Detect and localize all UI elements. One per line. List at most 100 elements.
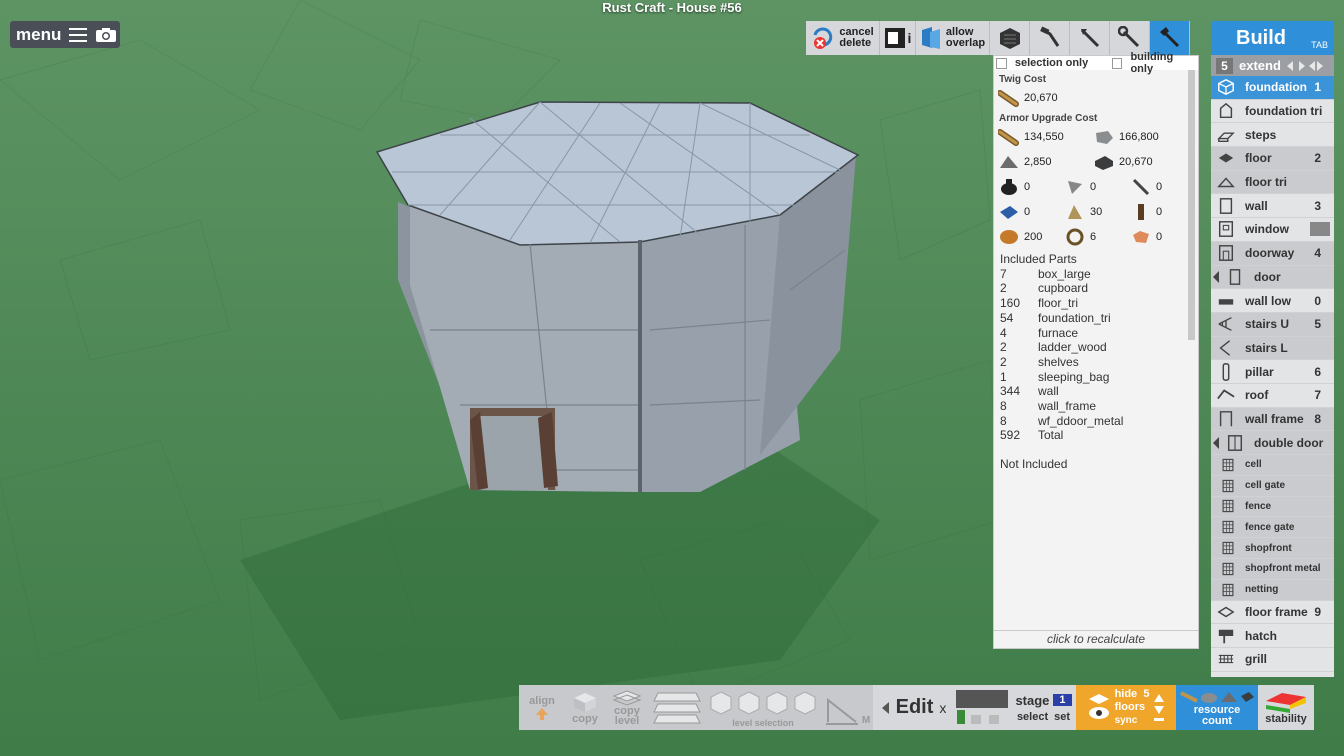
armor-wood: 134,550 [998, 128, 1093, 146]
build-item-label: foundation tri [1245, 104, 1323, 119]
build-item-foundation-tri[interactable]: foundation tri [1211, 100, 1334, 124]
stability-button[interactable]: stability [1258, 685, 1314, 730]
camera-icon[interactable] [95, 27, 117, 43]
cost-panel-scrollbar[interactable] [1188, 70, 1195, 340]
build-item-floor[interactable]: floor 2 [1211, 147, 1334, 171]
copy-button[interactable]: copy [565, 685, 605, 730]
part-row: 8 wf_ddoor_metal [1000, 414, 1198, 429]
extend-row[interactable]: 5 extend [1211, 55, 1334, 76]
floor-icon [1218, 153, 1234, 163]
window-variant-dropdown[interactable] [1310, 222, 1330, 237]
sync-label[interactable]: sync [1115, 714, 1150, 727]
block-tool-button[interactable] [990, 21, 1030, 55]
recalculate-button[interactable]: click to recalculate [994, 630, 1198, 648]
build-item-hatch[interactable]: hatch [1211, 624, 1334, 648]
build-item-stairs-l[interactable]: stairs L [1211, 336, 1334, 361]
shopfront-metal-icon [1222, 562, 1234, 576]
build-item-grill[interactable]: grill [1211, 648, 1334, 672]
build-item-wall-frame[interactable]: wall frame 8 [1211, 407, 1334, 432]
build-item-floor-frame[interactable]: floor frame 9 [1211, 601, 1334, 625]
axe-icon [1080, 28, 1099, 48]
hide-floors-button[interactable]: hide 5 floors sync [1076, 685, 1176, 730]
eye-icon [1088, 693, 1109, 719]
view-toggle-button[interactable]: i [880, 21, 916, 55]
build-item-fence-gate[interactable]: fence gate [1211, 517, 1334, 539]
wrench-tool-button[interactable] [1110, 21, 1150, 55]
build-item-pillar[interactable]: pillar 6 [1211, 360, 1334, 384]
part-row: 1 sleeping_bag [1000, 370, 1198, 385]
part-name: foundation_tri [1038, 310, 1111, 325]
edit-close-icon[interactable]: x [939, 700, 946, 716]
part-row: 2 ladder_wood [1000, 340, 1198, 355]
stage-control[interactable]: stage 1 select set [1011, 685, 1076, 730]
cancel-delete-button[interactable]: cancel delete [806, 21, 880, 55]
chevron-left-icon[interactable] [1213, 270, 1219, 283]
build-item-foundation[interactable]: foundation 1 [1211, 76, 1334, 100]
resource-value: 200 [1024, 230, 1043, 243]
build-item-shopfront[interactable]: shopfront [1211, 538, 1334, 559]
part-name: floor_tri [1038, 296, 1079, 311]
align-button[interactable]: align [519, 685, 565, 730]
level-cubes-icon [710, 691, 816, 715]
measure-button[interactable]: M [821, 685, 873, 730]
stage-preview[interactable] [953, 685, 1011, 730]
hide-icon [1133, 230, 1149, 243]
build-item-stairs-u[interactable]: stairs U 5 [1211, 312, 1334, 337]
edit-button[interactable]: Edit x [873, 685, 953, 730]
build-item-window[interactable]: window [1211, 218, 1334, 242]
build-item-shopfront-metal[interactable]: shopfront metal [1211, 558, 1334, 580]
build-item-netting[interactable]: netting [1211, 579, 1334, 601]
resource-value: 0 [1156, 230, 1163, 243]
build-header[interactable]: Build TAB [1211, 21, 1334, 55]
part-count: 8 [1000, 413, 1007, 428]
part-count: 8 [1000, 399, 1007, 414]
chevron-left-icon[interactable] [1213, 436, 1219, 449]
build-item-wall-low[interactable]: wall low 0 [1211, 289, 1334, 313]
filter-row: selection only building only [994, 51, 1198, 75]
hatchet-tool-button[interactable] [1150, 21, 1190, 55]
floor-up-down-icon[interactable] [1153, 693, 1165, 723]
floors-label: floors [1114, 701, 1146, 713]
stage-number[interactable]: 1 [1053, 694, 1072, 706]
level-stack-button[interactable] [649, 685, 705, 730]
build-item-cell-gate[interactable]: cell gate [1211, 475, 1334, 497]
m-key: M [861, 715, 871, 726]
part-row: 344 wall [1000, 384, 1198, 399]
info-glyph: i [907, 30, 912, 46]
build-item-floor-tri[interactable]: floor tri [1211, 170, 1334, 195]
part-name: shelves [1038, 354, 1079, 369]
overlap-icon [921, 27, 940, 49]
copy-level-button[interactable]: copy level [605, 685, 649, 730]
foundation-icon [1218, 79, 1234, 96]
build-item-double-door[interactable]: double door [1211, 431, 1334, 455]
doorway-icon [1218, 245, 1234, 262]
select-button[interactable]: select [1017, 711, 1048, 723]
stone-icon [1096, 130, 1113, 144]
build-item-cell[interactable]: cell [1211, 455, 1334, 476]
build-item-door[interactable]: door [1211, 265, 1334, 290]
building-only-checkbox[interactable] [1111, 57, 1123, 69]
build-item-label: stairs U [1245, 317, 1290, 332]
level-selection[interactable]: level selection [705, 685, 821, 730]
hammer-tool-button[interactable] [1030, 21, 1070, 55]
menu-button[interactable]: menu [10, 21, 120, 48]
bag-icon [1001, 178, 1017, 195]
part-row: 160 floor_tri [1000, 296, 1198, 311]
part-name: wall [1038, 384, 1059, 399]
build-item-fence[interactable]: fence [1211, 496, 1334, 518]
build-item-doorway[interactable]: doorway 4 [1211, 241, 1334, 266]
build-item-steps[interactable]: steps [1211, 123, 1334, 148]
resource-count-button[interactable]: resource count [1176, 685, 1258, 730]
set-button[interactable]: set [1054, 711, 1070, 723]
selection-only-checkbox[interactable] [996, 57, 1007, 69]
hotkey: 1 [1314, 80, 1321, 95]
allow-overlap-button[interactable]: allow overlap [916, 21, 990, 55]
build-item-roof[interactable]: roof 7 [1211, 384, 1334, 408]
rope-icon [1066, 228, 1084, 245]
resource-value: 0 [1024, 205, 1031, 218]
stairs-l-icon [1219, 340, 1231, 356]
netting-icon [1222, 583, 1234, 596]
part-count: 592 [1000, 428, 1021, 443]
build-item-wall[interactable]: wall 3 [1211, 194, 1334, 219]
axe-tool-button[interactable] [1070, 21, 1110, 55]
